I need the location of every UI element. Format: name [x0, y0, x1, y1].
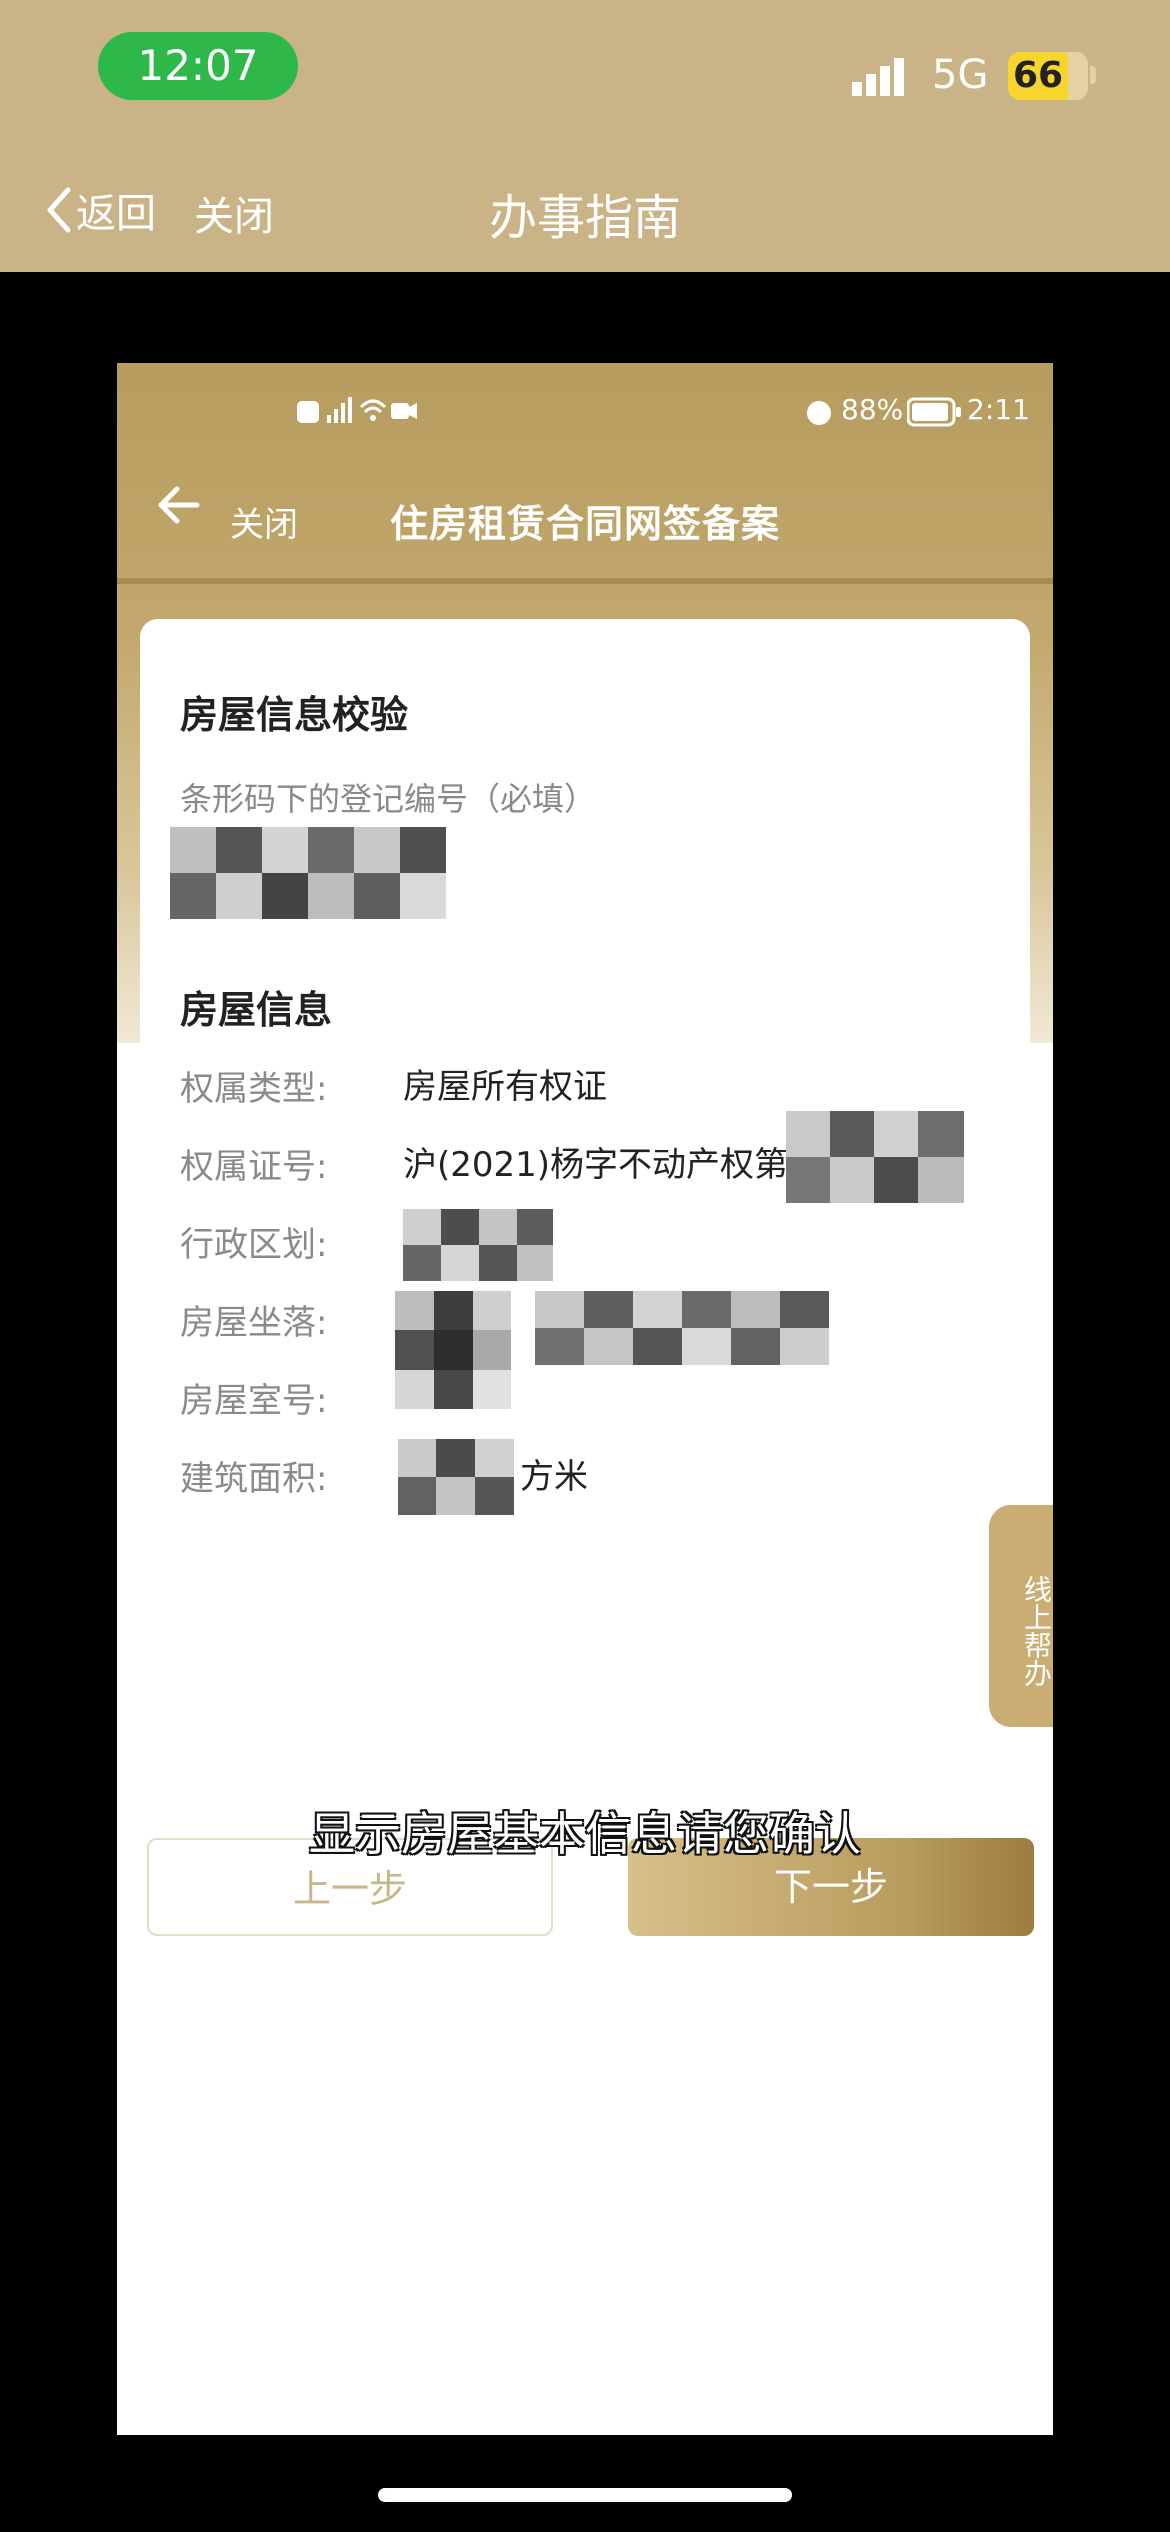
inner-status-bar: 88% 2:11	[117, 393, 1053, 433]
cellular-signal-icon	[852, 58, 904, 96]
home-indicator[interactable]	[378, 2488, 792, 2502]
registration-number-label: 条形码下的登记编号（必填）	[180, 780, 597, 818]
inner-battery-percent: 88%	[841, 393, 904, 426]
building-area-mosaic	[398, 1439, 514, 1515]
battery-tip	[1090, 66, 1096, 84]
room-number-label: 房屋室号:	[180, 1381, 328, 1421]
inner-time: 2:11	[967, 393, 1030, 426]
content-screenshot: 88% 2:11 关闭 住房租赁合同网签备案 房屋信息校验 条形码下的登记编号（…	[117, 363, 1053, 2435]
section-heading-info: 房屋信息	[180, 988, 333, 1032]
alarm-icon	[807, 401, 831, 425]
section-heading-verify: 房屋信息校验	[180, 693, 409, 737]
form-card: 房屋信息校验 条形码下的登记编号（必填） 房屋信息 权属类型: 房屋所有权证 权…	[140, 619, 1030, 2319]
video-caption: 显示房屋基本信息请您确认	[309, 1807, 861, 1861]
location-label: 房屋坐落:	[180, 1303, 328, 1343]
room-number-value-mosaic	[395, 1291, 511, 1409]
registration-number-input[interactable]	[170, 827, 446, 919]
status-time: 12:07	[98, 32, 298, 100]
location-value-mosaic	[535, 1291, 829, 1365]
page-title: 办事指南	[488, 190, 681, 246]
building-area-label: 建筑面积:	[180, 1459, 328, 1499]
status-bar: 12:07 5G 66	[0, 0, 1170, 140]
certificate-number-value: 沪(2021)杨字不动产权第	[403, 1145, 789, 1185]
ownership-type-value: 房屋所有权证	[403, 1067, 607, 1107]
online-help-tab[interactable]: 线上帮办	[989, 1505, 1053, 1727]
ownership-type-label: 权属类型:	[180, 1069, 328, 1109]
certificate-number-label: 权属证号:	[180, 1147, 328, 1187]
inner-nav-divider	[117, 578, 1053, 584]
building-area-unit: 方米	[520, 1457, 588, 1497]
district-label: 行政区划:	[180, 1225, 328, 1265]
battery-level: 66	[1008, 52, 1068, 100]
signal-wifi-icons	[297, 397, 417, 423]
inner-battery-icon	[907, 397, 961, 427]
certificate-number-mosaic	[786, 1111, 964, 1203]
battery-icon: 66	[1008, 52, 1088, 100]
inner-page-title: 住房租赁合同网签备案	[389, 502, 780, 546]
network-type: 5G	[932, 52, 989, 98]
district-value-mosaic	[403, 1209, 553, 1281]
